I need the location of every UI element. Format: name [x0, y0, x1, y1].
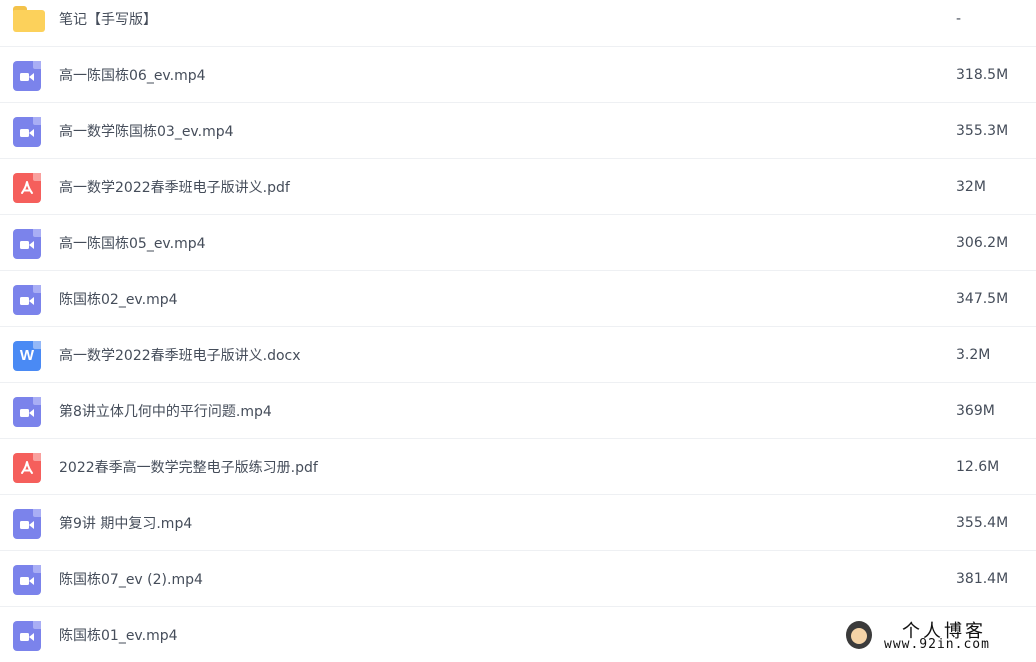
- video-file-icon: [13, 508, 41, 539]
- file-name[interactable]: 陈国栋02_ev.mp4: [59, 289, 178, 309]
- file-row[interactable]: 笔记【手写版】 -: [0, 0, 1036, 47]
- video-file-icon: [13, 60, 41, 91]
- file-row[interactable]: 高一数学陈国栋03_ev.mp4 355.3M: [0, 103, 1036, 159]
- avatar-icon: [846, 621, 872, 649]
- video-file-icon: [13, 564, 41, 595]
- file-size: 355.4M: [956, 514, 1009, 531]
- file-name[interactable]: 高一陈国栋06_ev.mp4: [59, 65, 206, 85]
- video-file-icon: [13, 116, 41, 147]
- file-size: 32M: [956, 178, 986, 195]
- video-file-icon: [13, 228, 41, 259]
- file-name[interactable]: 第9讲 期中复习.mp4: [59, 513, 192, 533]
- file-size: 318.5M: [956, 66, 1009, 83]
- file-row[interactable]: 高一陈国栋05_ev.mp4 306.2M: [0, 215, 1036, 271]
- file-name[interactable]: 高一数学2022春季班电子版讲义.pdf: [59, 177, 290, 197]
- file-size: -: [956, 11, 962, 27]
- file-size: 355.3M: [956, 122, 1009, 139]
- file-name[interactable]: 笔记【手写版】: [59, 9, 157, 29]
- file-size: 369M: [956, 402, 995, 419]
- file-row[interactable]: 高一数学2022春季班电子版讲义.pdf 32M: [0, 159, 1036, 215]
- file-name[interactable]: 高一数学2022春季班电子版讲义.docx: [59, 345, 301, 365]
- file-name[interactable]: 陈国栋01_ev.mp4: [59, 625, 178, 645]
- video-file-icon: [13, 396, 41, 427]
- file-row[interactable]: 高一陈国栋06_ev.mp4 318.5M: [0, 47, 1036, 103]
- file-name[interactable]: 高一陈国栋05_ev.mp4: [59, 233, 206, 253]
- pdf-file-icon: [13, 172, 41, 203]
- file-size: 347.5M: [956, 290, 1009, 307]
- folder-icon: [13, 4, 45, 32]
- file-size: 12.6M: [956, 458, 1000, 475]
- video-file-icon: [13, 284, 41, 315]
- file-name[interactable]: 第8讲立体几何中的平行问题.mp4: [59, 401, 272, 421]
- file-row[interactable]: 陈国栋07_ev (2).mp4 381.4M: [0, 551, 1036, 607]
- file-row[interactable]: 陈国栋02_ev.mp4 347.5M: [0, 271, 1036, 327]
- file-size: 381.4M: [956, 570, 1009, 587]
- file-row[interactable]: 第9讲 期中复习.mp4 355.4M: [0, 495, 1036, 551]
- file-row[interactable]: W 高一数学2022春季班电子版讲义.docx 3.2M: [0, 327, 1036, 383]
- pdf-file-icon: [13, 452, 41, 483]
- file-size: 306.2M: [956, 234, 1009, 251]
- file-size: 3.2M: [956, 346, 991, 363]
- file-name[interactable]: 2022春季高一数学完整电子版练习册.pdf: [59, 457, 318, 477]
- word-file-icon: W: [13, 340, 41, 371]
- video-file-icon: [13, 620, 41, 651]
- blog-watermark: 个人博客 www.92in.com: [840, 615, 1030, 655]
- watermark-url: www.92in.com: [884, 637, 990, 652]
- file-name[interactable]: 高一数学陈国栋03_ev.mp4: [59, 121, 234, 141]
- file-row[interactable]: 2022春季高一数学完整电子版练习册.pdf 12.6M: [0, 439, 1036, 495]
- file-row[interactable]: 第8讲立体几何中的平行问题.mp4 369M: [0, 383, 1036, 439]
- file-name[interactable]: 陈国栋07_ev (2).mp4: [59, 569, 203, 589]
- file-list: 笔记【手写版】 - 高一陈国栋06_ev.mp4 318.5M 高一数学陈国栋03_ev…: [0, 0, 1036, 662]
